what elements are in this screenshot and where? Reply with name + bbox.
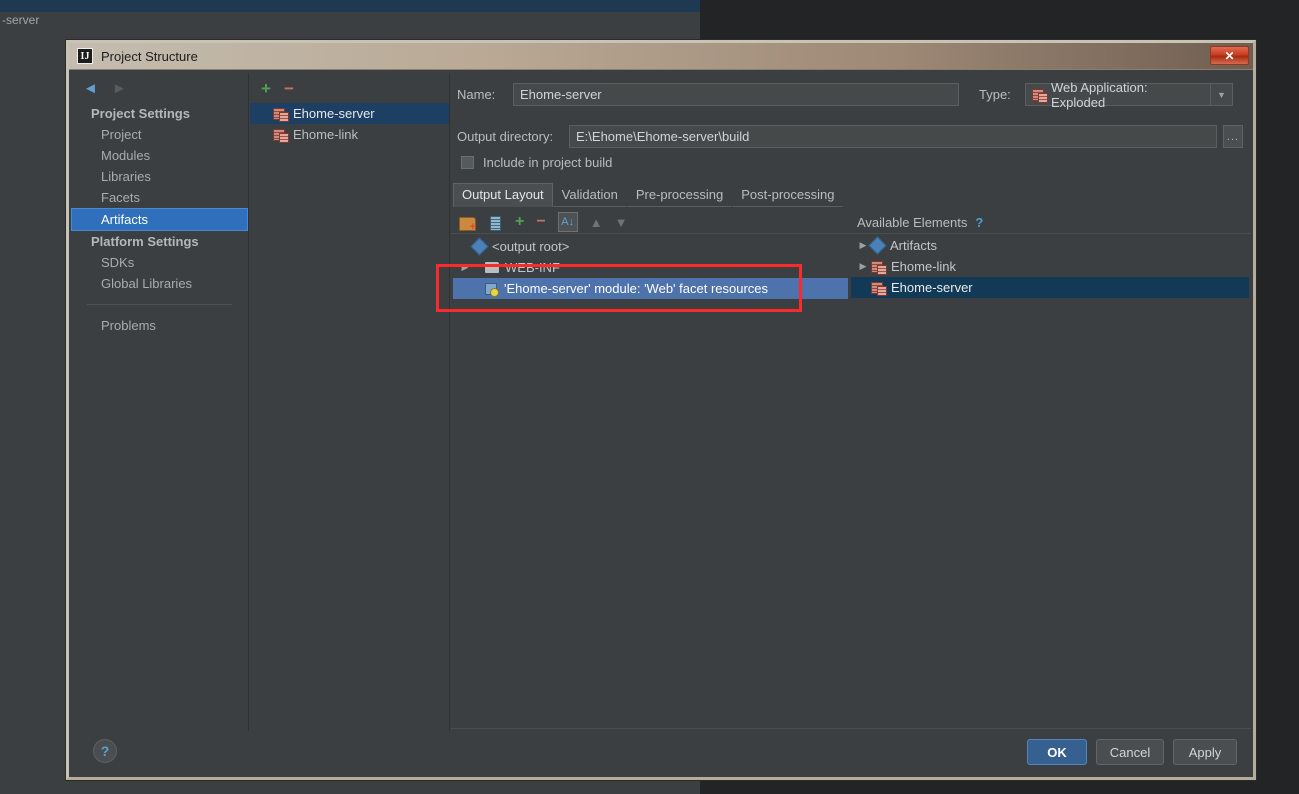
web-application-icon [1032, 88, 1048, 103]
sidebar-item-artifacts[interactable]: Artifacts [71, 208, 248, 231]
list-item-label: Ehome-server [293, 106, 375, 121]
include-in-project-build-checkbox[interactable] [461, 156, 474, 169]
sidebar-item-global-libraries[interactable]: Global Libraries [71, 273, 248, 294]
sidebar-item-modules[interactable]: Modules [71, 145, 248, 166]
remove-artifact-button[interactable]: − [284, 80, 294, 97]
output-layout-toolbar: + − A↓ ▲ ▼ [453, 209, 627, 235]
facet-resources-icon [485, 282, 499, 297]
sidebar-item-project[interactable]: Project [71, 124, 248, 145]
include-in-project-build-label: Include in project build [483, 155, 613, 170]
dialog-body: ◄ ► Project Settings Project Modules Lib… [69, 71, 1253, 777]
add-element-button[interactable]: + [515, 214, 524, 230]
tree-row-label: 'Ehome-server' module: 'Web' facet resou… [504, 281, 769, 296]
forward-arrow-icon[interactable]: ► [112, 81, 127, 96]
web-application-icon [273, 107, 289, 122]
sidebar-group-project-settings: Project Settings [91, 106, 190, 121]
output-directory-input[interactable] [569, 125, 1217, 148]
sort-icon[interactable]: A↓ [557, 212, 578, 232]
artifact-type-value: Web Application: Exploded [1051, 79, 1148, 110]
close-icon[interactable]: ✕ [1210, 46, 1249, 65]
output-directory-label: Output directory: [457, 129, 554, 144]
artifacts-list-panel: + − Ehome-server Ehome-link [250, 73, 450, 763]
tree-row-label: WEB-INF [505, 260, 560, 275]
module-icon [871, 281, 887, 296]
available-elements-header: Available Elements ? [851, 209, 1249, 235]
module-icon [871, 260, 887, 275]
available-row-ehome-server[interactable]: Ehome-server [851, 277, 1249, 298]
background-top-selection-bar [0, 0, 700, 12]
bottom-divider [451, 728, 1251, 729]
available-row-label: Ehome-server [891, 280, 973, 295]
include-in-project-build-row[interactable]: Include in project build [461, 155, 612, 170]
sidebar-group-platform-settings: Platform Settings [91, 234, 199, 249]
dialog-titlebar[interactable]: IJ Project Structure ✕ [69, 43, 1253, 70]
footer-buttons: OK Cancel Apply [1027, 739, 1237, 765]
artifacts-list-toolbar: + − [250, 73, 449, 103]
intellij-logo-icon: IJ [77, 48, 93, 64]
back-arrow-icon[interactable]: ◄ [83, 81, 98, 96]
available-elements-title: Available Elements [857, 214, 968, 230]
tab-validation[interactable]: Validation [552, 183, 627, 207]
tab-post-processing[interactable]: Post-processing [732, 183, 844, 207]
remove-element-button[interactable]: − [536, 214, 545, 230]
artifact-type-select[interactable]: Web Application: Exploded [1025, 80, 1211, 110]
available-elements-panel: Available Elements ? ▶ Artifacts ▶ Ehome… [851, 209, 1249, 298]
list-item[interactable]: Ehome-server [250, 103, 449, 124]
list-item[interactable]: Ehome-link [250, 124, 449, 145]
dialog-footer: ? OK Cancel Apply [69, 731, 1253, 777]
available-row-label: Artifacts [890, 238, 937, 253]
sidebar-divider [87, 304, 232, 305]
background-editor-tab-label: -server [2, 13, 40, 27]
tree-twisty[interactable]: ▶ [855, 261, 871, 272]
output-layout-tree: <output root> ▶ WEB-INF 'Ehome-server' m… [453, 236, 848, 299]
arrow-down-icon[interactable]: ▼ [615, 215, 628, 230]
archive-add-icon[interactable] [487, 215, 503, 231]
background-editor-tabstrip [0, 12, 700, 34]
settings-sidebar: ◄ ► Project Settings Project Modules Lib… [71, 73, 249, 763]
tree-row-web-inf[interactable]: ▶ WEB-INF [453, 257, 848, 278]
sidebar-item-problems[interactable]: Problems [71, 315, 248, 336]
tab-output-layout[interactable]: Output Layout [453, 183, 553, 207]
artifact-name-input[interactable] [513, 83, 959, 106]
help-button[interactable]: ? [93, 739, 117, 763]
sidebar-item-libraries[interactable]: Libraries [71, 166, 248, 187]
sidebar-item-facets[interactable]: Facets [71, 187, 248, 208]
type-label: Type: [979, 87, 1011, 102]
output-layout-pane-border [451, 233, 1251, 727]
tab-pre-processing[interactable]: Pre-processing [626, 183, 733, 207]
name-row: Name: [457, 83, 959, 106]
apply-button[interactable]: Apply [1173, 739, 1237, 765]
artifacts-icon [868, 236, 887, 255]
folder-icon [485, 262, 499, 273]
artifact-root-icon [470, 237, 489, 256]
available-row-artifacts[interactable]: ▶ Artifacts [851, 235, 1249, 256]
ok-button[interactable]: OK [1027, 739, 1087, 765]
tree-twisty[interactable]: ▶ [457, 262, 473, 273]
list-item-label: Ehome-link [293, 127, 359, 142]
tree-row-label: <output root> [492, 239, 570, 254]
chevron-down-icon[interactable]: ▼ [1211, 83, 1233, 106]
available-row-label: Ehome-link [891, 259, 957, 274]
add-artifact-button[interactable]: + [261, 80, 271, 97]
available-row-ehome-link[interactable]: ▶ Ehome-link [851, 256, 1249, 277]
sidebar-item-sdks[interactable]: SDKs [71, 252, 248, 273]
name-label: Name: [457, 87, 496, 102]
arrow-up-icon[interactable]: ▲ [590, 215, 603, 230]
dialog-title: Project Structure [101, 48, 198, 64]
artifact-tabs: Output Layout Validation Pre-processing … [453, 183, 844, 207]
tree-row-output-root[interactable]: <output root> [453, 236, 848, 257]
type-row: Type: Web Application: Exploded ▼ [979, 80, 1233, 110]
cancel-button[interactable]: Cancel [1096, 739, 1164, 765]
tree-row-web-facet-resources[interactable]: 'Ehome-server' module: 'Web' facet resou… [453, 278, 848, 299]
project-structure-dialog: IJ Project Structure ✕ ◄ ► Project Setti… [66, 40, 1256, 780]
help-icon[interactable]: ? [975, 215, 983, 230]
folder-add-icon[interactable] [459, 215, 476, 233]
web-application-icon [273, 128, 289, 143]
browse-output-directory-button[interactable]: ... [1223, 125, 1243, 148]
sidebar-nav-arrows: ◄ ► [71, 73, 248, 103]
output-directory-row: Output directory: ... [457, 125, 1243, 148]
artifact-editor-panel: Name: Type: Web Application: Exploded ▼ … [451, 73, 1251, 763]
